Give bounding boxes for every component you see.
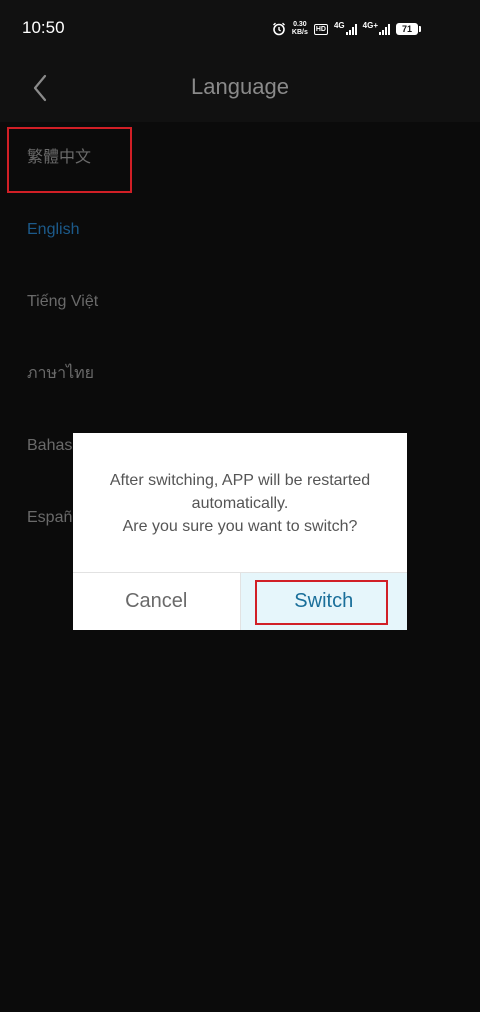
switch-button[interactable]: Switch bbox=[240, 573, 407, 630]
language-item-vietnamese[interactable]: Tiếng Việt bbox=[0, 266, 480, 338]
language-item-english[interactable]: English bbox=[0, 194, 480, 266]
screen: 10:50 0.30 KB/s HD 4G 4G+ 71 Language 繁體… bbox=[0, 0, 480, 1012]
language-label: English bbox=[27, 221, 80, 238]
hd-voice-icon: HD bbox=[313, 23, 328, 35]
language-label: 繁體中文 bbox=[27, 149, 92, 166]
sim1-network-type: 4G bbox=[333, 21, 345, 30]
network-speed: 0.30 KB/s bbox=[292, 21, 308, 37]
sim2-network-type: 4G+ bbox=[362, 21, 378, 30]
dialog-actions: Cancel Switch bbox=[73, 572, 407, 630]
cancel-button[interactable]: Cancel bbox=[73, 573, 241, 630]
sim1-signal-icon: 4G bbox=[333, 21, 357, 35]
battery-icon: 71 bbox=[396, 23, 421, 35]
status-bar: 10:50 0.30 KB/s HD 4G 4G+ 71 bbox=[0, 0, 480, 58]
status-icons: 0.30 KB/s HD 4G 4G+ 71 bbox=[272, 19, 421, 39]
language-label: Tiếng Việt bbox=[27, 293, 99, 310]
dialog-message-line: After switching, APP will be restarted bbox=[109, 472, 371, 489]
status-time: 10:50 bbox=[22, 18, 65, 37]
language-item-thai[interactable]: ภาษาไทย bbox=[0, 338, 480, 410]
sim2-signal-icon: 4G+ bbox=[362, 21, 390, 35]
page-title: Language bbox=[191, 74, 289, 99]
battery-level: 71 bbox=[401, 24, 412, 34]
dialog-message: After switching, APP will be restarted a… bbox=[89, 469, 391, 538]
network-speed-value: 0.30 bbox=[293, 21, 307, 28]
dialog-message-line: automatically. bbox=[191, 495, 289, 512]
language-label: ภาษาไทย bbox=[27, 365, 95, 382]
alarm-clock-icon bbox=[272, 22, 285, 36]
dialog-message-line: Are you sure you want to switch? bbox=[122, 518, 358, 535]
confirm-switch-dialog: After switching, APP will be restarted a… bbox=[73, 433, 407, 630]
network-speed-unit: KB/s bbox=[291, 29, 308, 36]
language-item-traditional-chinese[interactable]: 繁體中文 bbox=[0, 122, 480, 194]
header-bar: Language bbox=[0, 58, 480, 122]
